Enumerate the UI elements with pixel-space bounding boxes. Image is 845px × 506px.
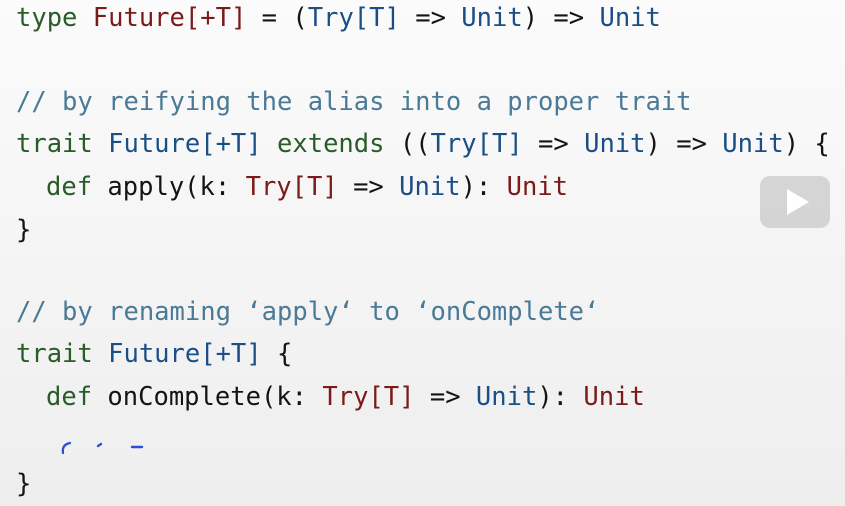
- trait-name: Future[+T]: [92, 129, 262, 159]
- try-type: Try[T]: [322, 382, 415, 412]
- keyword-def: def: [46, 172, 93, 202]
- try-type: Try[T]: [245, 172, 338, 202]
- pen-scribble-icon: [61, 441, 144, 455]
- return-colon: ):: [460, 172, 507, 202]
- arrow: =>: [337, 172, 400, 202]
- unit-type: Unit: [722, 129, 784, 159]
- keyword-type: type: [16, 3, 78, 33]
- play-icon: [787, 189, 809, 215]
- arrow: =>: [522, 129, 585, 159]
- unit-type: Unit: [584, 129, 646, 159]
- return-colon: ):: [537, 382, 584, 412]
- code-line-5: }: [16, 215, 32, 248]
- code-line-9: }: [16, 469, 32, 502]
- unit-type: Unit: [475, 382, 538, 412]
- video-play-button[interactable]: [760, 176, 830, 228]
- code-line-2: // by reifying the alias into a proper t…: [16, 87, 692, 120]
- code-line-6: // by renaming ‘apply‘ to ‘onComplete‘: [16, 297, 600, 330]
- open-brace: {: [261, 339, 293, 369]
- close-brace: }: [16, 469, 32, 499]
- try-type: Try[T]: [307, 3, 400, 33]
- equals-paren: = (: [246, 3, 308, 33]
- type-name: Future[+T]: [77, 3, 247, 33]
- arrow: =>: [414, 382, 476, 412]
- code-comment: // by reifying the alias into a proper t…: [16, 87, 692, 117]
- code-comment: // by renaming ‘apply‘ to ‘onComplete‘: [16, 297, 600, 327]
- method-signature: onComplete(k:: [92, 382, 323, 412]
- open-brace: ) {: [783, 129, 830, 159]
- close-arrow: ) =>: [522, 3, 600, 33]
- unit-type: Unit: [461, 3, 523, 33]
- code-line-3: trait Future[+T] extends ((Try[T] => Uni…: [16, 129, 830, 162]
- return-type: Unit: [506, 172, 569, 202]
- close-arrow: ) =>: [645, 129, 723, 159]
- keyword-extends: extends: [261, 129, 385, 159]
- arrow: =>: [399, 3, 462, 33]
- trait-name: Future[+T]: [92, 339, 262, 369]
- unit-type: Unit: [399, 172, 461, 202]
- keyword-trait: trait: [16, 339, 93, 369]
- code-line-7: trait Future[+T] {: [16, 339, 293, 372]
- unit-type: Unit: [599, 3, 661, 33]
- code-line-4: def apply(k: Try[T] => Unit): Unit: [16, 172, 569, 205]
- close-brace: }: [16, 215, 32, 245]
- code-line-8: def onComplete(k: Try[T] => Unit): Unit: [16, 382, 645, 415]
- return-type: Unit: [583, 382, 645, 412]
- code-line-1: type Future[+T] = (Try[T] => Unit) => Un…: [16, 3, 661, 36]
- method-signature: apply(k:: [92, 172, 246, 202]
- try-type: Try[T]: [430, 129, 523, 159]
- keyword-trait: trait: [16, 129, 93, 159]
- open-parens: ((: [384, 129, 431, 159]
- keyword-def: def: [46, 382, 93, 412]
